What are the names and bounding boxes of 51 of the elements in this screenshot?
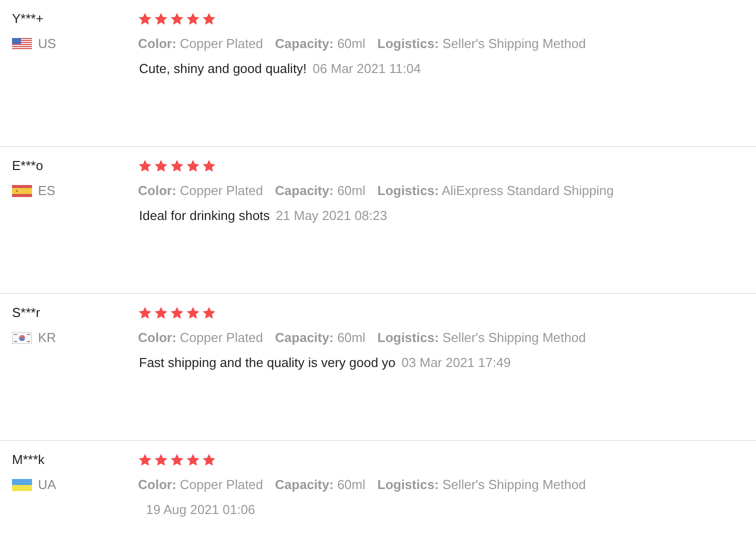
- star-icon: [154, 12, 168, 26]
- review-date: 19 Aug 2021 01:06: [146, 500, 256, 519]
- reviewer-name: Y***+: [12, 10, 44, 28]
- review-text: Fast shipping and the quality is very good yo: [139, 354, 396, 372]
- attribute-text: Capacity: 60ml: [275, 34, 366, 53]
- attribute-text: Logistics: Seller's Shipping Method: [377, 34, 586, 53]
- flag-icon: [12, 184, 32, 196]
- star-icon: [186, 306, 200, 320]
- star-icon: [170, 12, 184, 26]
- star-icon: [202, 158, 216, 172]
- reviewer-name: M***k: [12, 451, 46, 469]
- star-icon: [138, 452, 152, 466]
- reviewer-name: E***o: [12, 157, 44, 175]
- country-code: US: [38, 34, 56, 53]
- star-icon: [202, 452, 216, 466]
- star-icon: [138, 12, 152, 26]
- flag-icon: [12, 478, 32, 490]
- attribute-text: Color: Copper Plated: [138, 34, 264, 53]
- star-icon: [154, 306, 168, 320]
- review-date: 03 Mar 2021 17:49: [402, 354, 511, 372]
- star-icon: [170, 158, 184, 172]
- flag-icon: [12, 332, 32, 344]
- attribute-text: Color: Copper Plated: [138, 476, 264, 494]
- attribute-text: Color: Copper Plated: [138, 182, 264, 200]
- attribute-text: Capacity: 60ml: [275, 182, 366, 200]
- star-icon: [186, 158, 200, 172]
- star-icon: [186, 12, 200, 26]
- country-code: KR: [38, 328, 56, 347]
- review-text: Cute, shiny and good quality!: [139, 60, 307, 78]
- star-icon: [202, 12, 216, 26]
- star-icon: [186, 452, 200, 466]
- attribute-text: Capacity: 60ml: [275, 328, 366, 347]
- attribute-text: Logistics: Seller's Shipping Method: [377, 328, 586, 347]
- attribute-text: Capacity: 60ml: [275, 476, 366, 494]
- star-icon: [138, 306, 152, 320]
- flag-icon: [12, 38, 32, 50]
- review-date: 06 Mar 2021 11:04: [312, 60, 421, 78]
- country-code: UA: [38, 476, 56, 494]
- star-icon: [170, 452, 184, 466]
- star-icon: [154, 158, 168, 172]
- attribute-text: Color: Copper Plated: [138, 328, 264, 347]
- star-icon: [138, 158, 152, 172]
- attribute-text: Logistics: Seller's Shipping Method: [377, 476, 586, 494]
- star-icon: [170, 306, 184, 320]
- reviewer-name: S***r: [12, 304, 42, 322]
- star-icon: [154, 452, 168, 466]
- star-icon: [202, 306, 216, 320]
- attribute-text: Logistics: AliExpress Standard Shipping: [377, 182, 614, 200]
- review-text: Ideal for drinking shots: [139, 206, 270, 225]
- review-date: 21 May 2021 08:23: [276, 206, 388, 225]
- country-code: ES: [38, 182, 56, 200]
